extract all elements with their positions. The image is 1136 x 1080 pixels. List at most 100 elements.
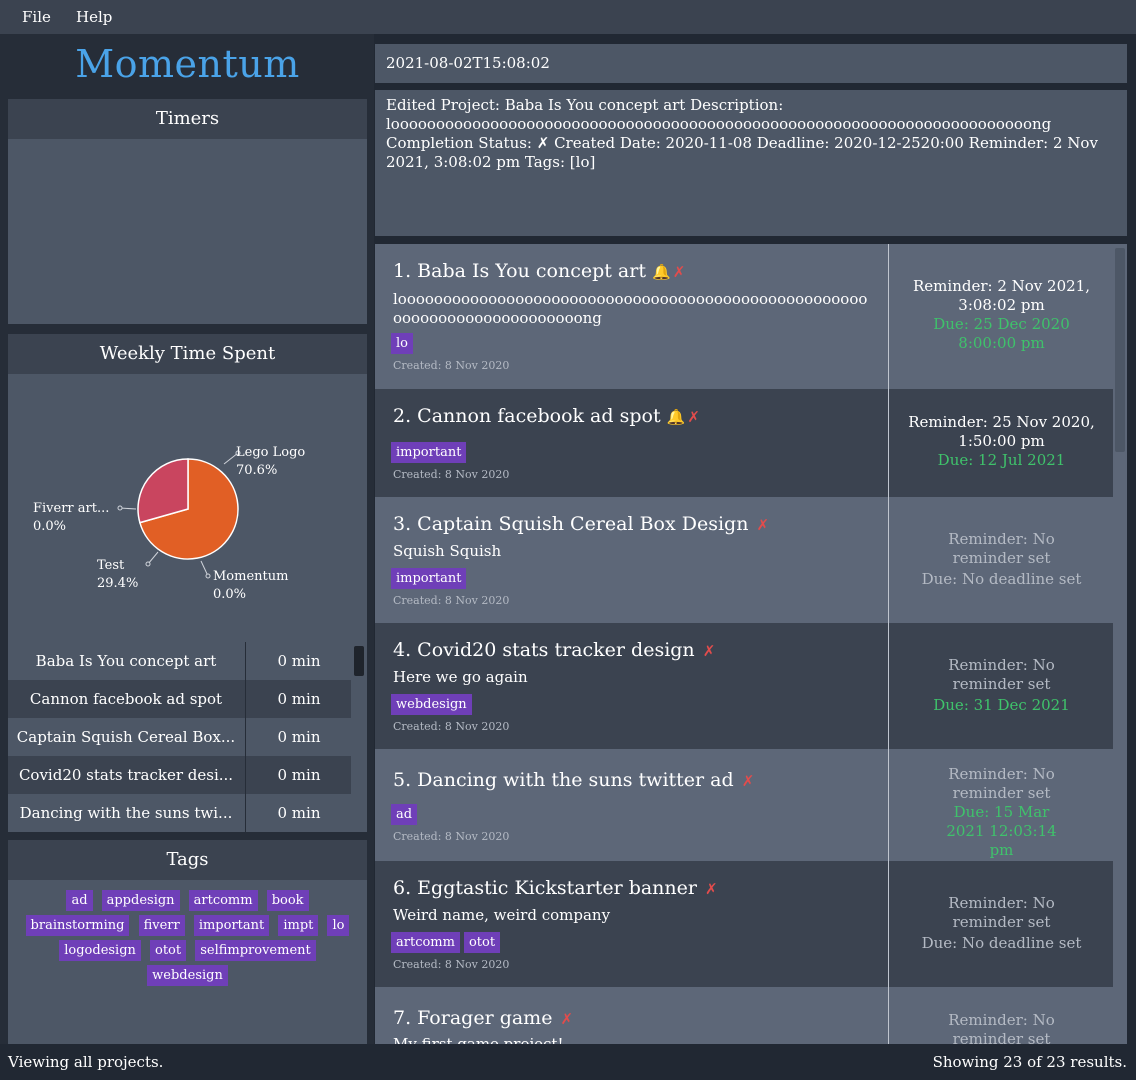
project-tag: artcomm [391, 932, 460, 953]
pie-label-test: Test 29.4% [97, 558, 139, 591]
project-title-row: 5. Dancing with the suns twitter ad ✗ [393, 769, 754, 791]
project-due-date: Due: No deadline set [921, 934, 1082, 952]
project-reminder: Reminder: 25 Nov 2020, 1:50:00 pm [908, 413, 1095, 450]
time-row-value: 0 min [245, 718, 352, 756]
incomplete-cross-icon: ✗ [756, 516, 770, 534]
project-title-row: 7. Forager game ✗ [393, 1007, 573, 1029]
incomplete-cross-icon: ✗ [687, 408, 700, 426]
project-due-date: Due: 12 Jul 2021 [937, 451, 1066, 469]
main-area: 2021-08-02T15:08:02 Edited Project: Baba… [375, 34, 1136, 1044]
incomplete-cross-icon: ✗ [741, 772, 755, 790]
project-card[interactable]: 2. Cannon facebook ad spot 🔔 ✗ important … [375, 389, 1113, 497]
tag-chip: fiverr [138, 915, 185, 936]
tag-chip: otot [150, 940, 187, 961]
project-title: 7. Forager game [393, 1007, 553, 1029]
weekly-pie-chart: Lego Logo 70.6% Test 29.4% Momentum 0.0% Fi… [8, 374, 367, 642]
incomplete-cross-icon: ✗ [672, 263, 686, 281]
time-table-scrollbar[interactable] [351, 642, 367, 832]
tag-chip: logodesign [59, 940, 141, 961]
status-bar: Viewing all projects. Showing 23 of 23 r… [0, 1044, 1136, 1080]
time-row-value: 0 min [245, 680, 352, 718]
tag-chip: selfimprovement [195, 940, 316, 961]
weekly-heading: Weekly Time Spent [8, 334, 367, 374]
project-created-date: Created: 8 Nov 2020 [393, 958, 510, 971]
project-title: 3. Captain Squish Cereal Box Design [393, 513, 749, 535]
tag-chip: book [266, 890, 309, 911]
tag-chip: appdesign [101, 890, 180, 911]
project-reminder: Reminder: No reminder set [948, 656, 1055, 693]
menu-file[interactable]: File [22, 8, 51, 26]
project-created-date: Created: 8 Nov 2020 [393, 720, 510, 733]
pie-label-momentum: Momentum 0.0% [213, 569, 289, 602]
tags-heading: Tags [8, 840, 367, 880]
time-row-value: 0 min [245, 642, 352, 680]
project-created-date: Created: 8 Nov 2020 [393, 830, 510, 843]
time-row-name: Covid20 stats tracker desi... [18, 766, 234, 784]
project-reminder: Reminder: No reminder set [948, 1011, 1055, 1044]
project-card[interactable]: 1. Baba Is You concept art 🔔 ✗ looooooooo… [375, 244, 1113, 389]
project-list-scroll-thumb[interactable] [1115, 248, 1125, 452]
project-created-date: Created: 8 Nov 2020 [393, 468, 510, 481]
time-table-row[interactable]: Baba Is You concept art 0 min [8, 642, 351, 680]
bell-icon: 🔔 [652, 263, 671, 281]
project-title-row: 1. Baba Is You concept art 🔔 ✗ [393, 260, 685, 282]
project-title-row: 6. Eggtastic Kickstarter banner ✗ [393, 877, 718, 899]
project-title-row: 4. Covid20 stats tracker design ✗ [393, 639, 715, 661]
tag-chip: lo [327, 915, 350, 936]
incomplete-cross-icon: ✗ [560, 1010, 574, 1028]
project-due-date: Due: 15 Mar 2021 12:03:14 pm [946, 803, 1057, 859]
tag-chip: important [193, 915, 270, 936]
project-description: Squish Squish [393, 542, 502, 560]
project-list: 1. Baba Is You concept art 🔔 ✗ looooooooo… [375, 244, 1127, 1044]
project-created-date: Created: 8 Nov 2020 [393, 359, 510, 372]
project-created-date: Created: 8 Nov 2020 [393, 594, 510, 607]
command-input[interactable]: 2021-08-02T15:08:02 [375, 44, 1127, 83]
project-title: 2. Cannon facebook ad spot [393, 405, 661, 427]
project-reminder: Reminder: No reminder set [948, 530, 1055, 567]
project-due-date: Due: 25 Dec 2020 8:00:00 pm [933, 315, 1070, 352]
time-row-name: Dancing with the suns twi... [19, 804, 233, 822]
bell-icon: 🔔 [666, 408, 686, 426]
time-table-row[interactable]: Captain Squish Cereal Box... 0 min [8, 718, 351, 756]
status-right: Showing 23 of 23 results. [932, 1053, 1127, 1071]
tags-panel: ad appdesign artcomm book brainstorming … [8, 880, 367, 1044]
project-list-scrollbar[interactable] [1113, 244, 1127, 1044]
project-card[interactable]: 4. Covid20 stats tracker design ✗ Here w… [375, 623, 1113, 749]
project-title: 1. Baba Is You concept art [393, 260, 646, 282]
tag-chip: ad [66, 890, 93, 911]
project-tag: ad [391, 804, 418, 825]
menu-help[interactable]: Help [76, 8, 112, 26]
tag-chip: webdesign [147, 965, 228, 986]
timers-heading: Timers [8, 99, 367, 139]
tag-chip: artcomm [188, 890, 258, 911]
project-card[interactable]: 7. Forager game ✗ My first game project!… [375, 987, 1113, 1044]
project-card[interactable]: 5. Dancing with the suns twitter ad ✗ ad… [375, 749, 1113, 861]
menu-bar: File Help [0, 0, 1136, 34]
time-row-value: 0 min [245, 794, 352, 832]
incomplete-cross-icon: ✗ [705, 880, 718, 898]
project-card[interactable]: 6. Eggtastic Kickstarter banner ✗ Weird … [375, 861, 1113, 987]
project-tag: lo [391, 333, 413, 354]
project-title-row: 2. Cannon facebook ad spot 🔔 ✗ [393, 405, 700, 427]
time-row-value: 0 min [245, 756, 352, 794]
pie-leader-dot [145, 561, 151, 567]
incomplete-cross-icon: ✗ [702, 642, 716, 660]
project-card[interactable]: 3. Captain Squish Cereal Box Design ✗ Sq… [375, 497, 1113, 623]
time-table-scroll-thumb[interactable] [354, 646, 364, 676]
project-description: Weird name, weird company [393, 906, 611, 924]
time-table-row[interactable]: Dancing with the suns twi... 0 min [8, 794, 351, 832]
project-reminder: Reminder: No reminder set [948, 765, 1055, 802]
project-due-date: Due: No deadline set [921, 570, 1082, 588]
project-title: 5. Dancing with the suns twitter ad [393, 769, 734, 791]
project-description: Here we go again [393, 668, 528, 686]
time-table-row[interactable]: Covid20 stats tracker desi... 0 min [8, 756, 351, 794]
time-table-row[interactable]: Cannon facebook ad spot 0 min [8, 680, 351, 718]
project-reminder: Reminder: 2 Nov 2021, 3:08:02 pm [913, 277, 1090, 314]
project-tag: important [391, 442, 467, 463]
pie-leader-dot [117, 505, 123, 511]
tag-chip: brainstorming [25, 915, 130, 936]
result-display: Edited Project: Baba Is You concept art … [375, 90, 1127, 236]
project-description: looooooooooooooooooooooooooooooooooooooo… [393, 290, 868, 327]
pie-label-lego-logo: Lego Logo 70.6% [236, 445, 306, 478]
pie-leader-dot [205, 573, 211, 579]
